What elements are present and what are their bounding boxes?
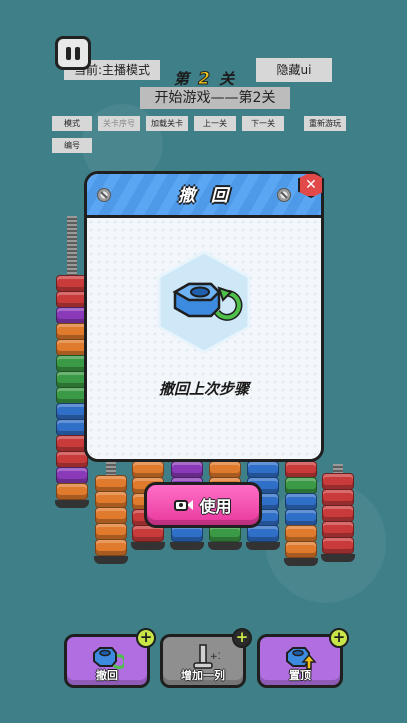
plus-icon[interactable]: + bbox=[136, 628, 156, 648]
level-number: 2 bbox=[198, 69, 212, 90]
load-level-button[interactable]: 加载关卡 bbox=[146, 116, 188, 131]
level-indicator: 第 2 关 bbox=[173, 69, 237, 90]
pause-icon bbox=[66, 46, 71, 60]
bolt-column-7[interactable] bbox=[284, 461, 318, 566]
plus-icon[interactable]: + bbox=[329, 628, 349, 648]
screw-icon bbox=[277, 188, 291, 202]
bolt-column-8[interactable] bbox=[321, 464, 355, 562]
replay-button[interactable]: 重新游玩 bbox=[304, 116, 346, 131]
mode-debug-button[interactable]: 模式 bbox=[52, 116, 92, 131]
undo-nut-icon bbox=[157, 250, 251, 354]
plus-icon[interactable]: + bbox=[232, 628, 252, 648]
top-tool-button[interactable]: 置顶 + bbox=[257, 628, 349, 688]
prev-level-button[interactable]: 上一关 bbox=[194, 116, 236, 131]
bolt-column-2[interactable] bbox=[94, 462, 128, 564]
start-game-label[interactable]: 开始游戏——第2关 bbox=[140, 87, 290, 109]
video-icon bbox=[174, 499, 194, 511]
svg-text:+1: +1 bbox=[210, 652, 220, 662]
pause-button[interactable] bbox=[55, 36, 91, 70]
screw-icon bbox=[97, 188, 111, 202]
undo-tool-button[interactable]: 撤回 + bbox=[64, 628, 156, 688]
hide-ui-button[interactable]: 隐藏ui bbox=[256, 58, 332, 82]
debug-toolbar: 模式 关卡序号 加载关卡 上一关 下一关 重新游玩 bbox=[0, 116, 407, 131]
use-button[interactable]: 使用 bbox=[144, 482, 262, 528]
level-index-input[interactable]: 关卡序号 bbox=[98, 116, 140, 131]
dialog-description: 撤回上次步骤 bbox=[158, 380, 249, 398]
id-debug-button[interactable]: 编号 bbox=[52, 138, 92, 153]
add-column-tool-button[interactable]: +1 增加一列 + bbox=[160, 628, 252, 688]
next-level-button[interactable]: 下一关 bbox=[242, 116, 284, 131]
